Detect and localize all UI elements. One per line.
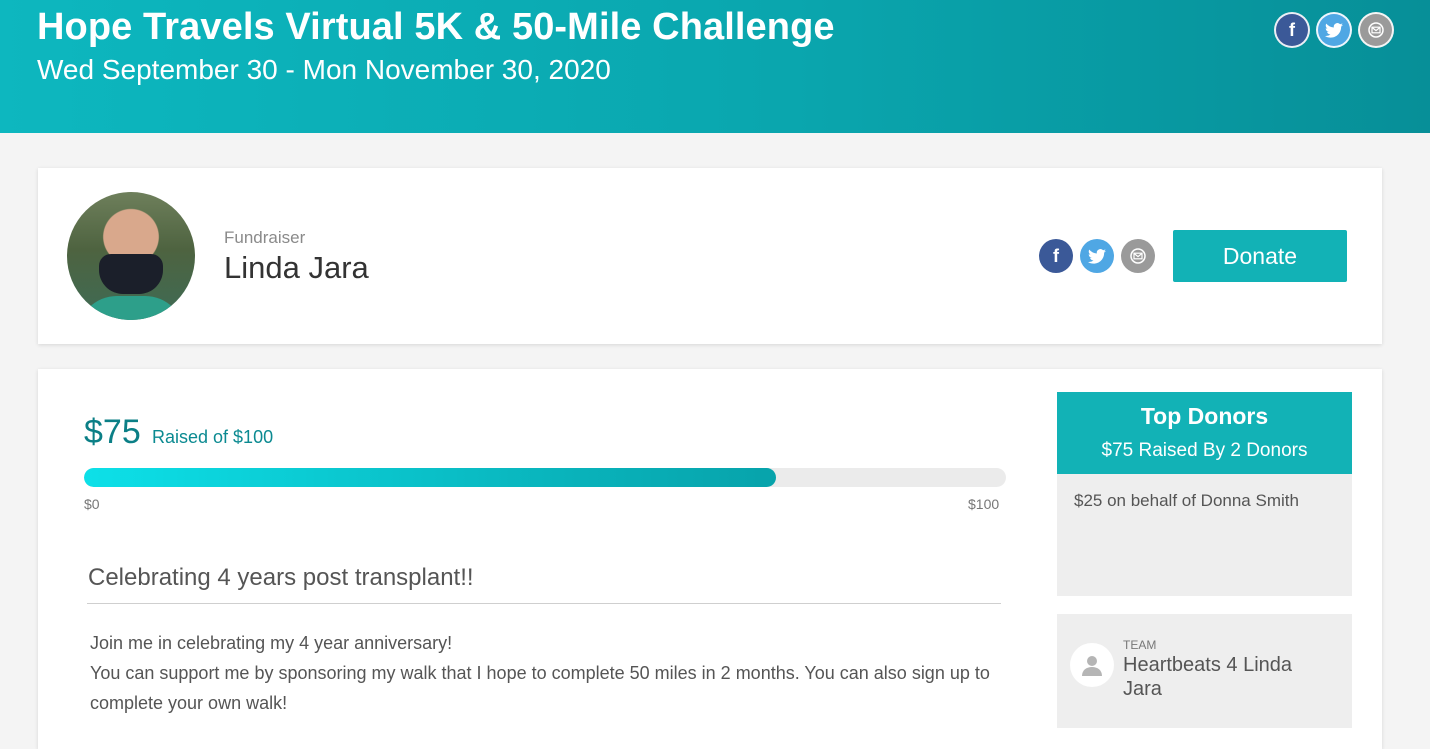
email-icon[interactable]	[1358, 12, 1394, 48]
top-donors-header: Top Donors $75 Raised By 2 Donors	[1057, 392, 1352, 474]
team-label: TEAM	[1123, 638, 1157, 652]
team-user-icon	[1070, 643, 1114, 687]
raised-goal-text: Raised of $100	[152, 427, 274, 447]
event-header: Hope Travels Virtual 5K & 50-Mile Challe…	[0, 0, 1430, 133]
header-share-buttons: f	[1274, 12, 1394, 48]
story-body: Join me in celebrating my 4 year anniver…	[90, 628, 990, 718]
fundraiser-card: Fundraiser Linda Jara f Donate	[38, 168, 1382, 344]
progress-max-label: $100	[968, 496, 1000, 512]
story-line: You can support me by sponsoring my walk…	[90, 663, 990, 713]
donate-button[interactable]: Donate	[1173, 230, 1347, 282]
top-donors-summary: $75 Raised By 2 Donors	[1101, 440, 1308, 461]
story-divider	[87, 603, 1001, 604]
facebook-icon[interactable]: f	[1039, 239, 1073, 273]
fundraiser-name: Linda Jara	[224, 250, 369, 285]
email-icon[interactable]	[1121, 239, 1155, 273]
story-line: Join me in celebrating my 4 year anniver…	[90, 633, 453, 653]
event-title: Hope Travels Virtual 5K & 50-Mile Challe…	[37, 6, 835, 48]
raised-amount: $75	[84, 413, 141, 451]
team-name[interactable]: Heartbeats 4 Linda Jara	[1123, 653, 1333, 701]
avatar-shirt	[77, 296, 185, 320]
fundraiser-role-label: Fundraiser	[224, 228, 306, 247]
progress-bar	[84, 468, 1006, 487]
fundraiser-main-card: $75 Raised of $100 $0 $100 Celebrating 4…	[38, 369, 1382, 749]
facebook-icon[interactable]: f	[1274, 12, 1310, 48]
progress-bar-fill	[84, 468, 776, 487]
fundraiser-share-buttons: f	[1039, 239, 1155, 273]
donor-item: $25 on behalf of Donna Smith	[1074, 491, 1299, 510]
twitter-icon[interactable]	[1080, 239, 1114, 273]
team-panel[interactable]: TEAM Heartbeats 4 Linda Jara	[1057, 614, 1352, 728]
avatar-mask	[99, 254, 163, 294]
twitter-icon[interactable]	[1316, 12, 1352, 48]
story-title: Celebrating 4 years post transplant!!	[88, 564, 474, 591]
event-dates: Wed September 30 - Mon November 30, 2020	[37, 54, 611, 85]
avatar	[67, 192, 195, 320]
progress-min-label: $0	[84, 496, 100, 512]
top-donors-title: Top Donors	[1140, 403, 1269, 429]
top-donors-panel: Top Donors $75 Raised By 2 Donors $25 on…	[1057, 392, 1352, 596]
